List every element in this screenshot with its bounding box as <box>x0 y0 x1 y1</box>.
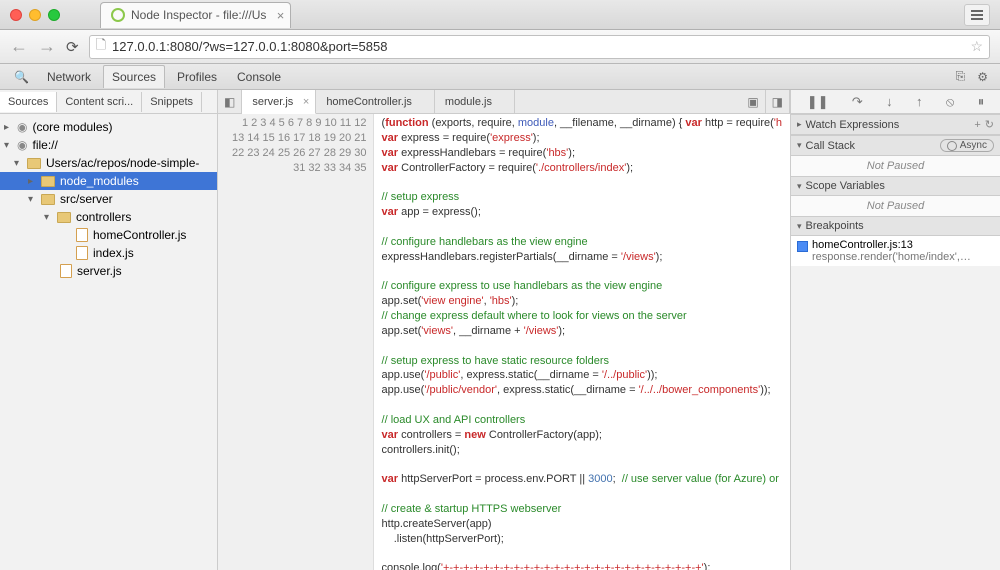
tab-title: Node Inspector - file:///Us <box>131 8 266 22</box>
tree-controllers[interactable]: ▾controllers <box>0 208 217 226</box>
file-icon <box>76 228 88 242</box>
tree-index-js[interactable]: index.js <box>0 244 217 262</box>
pause-icon[interactable]: ❚❚ <box>807 94 829 110</box>
forward-button[interactable]: → <box>38 36 56 57</box>
folder-icon <box>41 194 55 205</box>
back-button[interactable]: ← <box>10 36 28 57</box>
tab-close-icon[interactable]: × <box>277 8 285 23</box>
tree-home-controller[interactable]: homeController.js <box>0 226 217 244</box>
folder-icon <box>41 176 55 187</box>
settings-gear-icon[interactable]: ⚙ <box>973 68 992 86</box>
step-into-icon[interactable]: ↓ <box>886 94 893 109</box>
call-stack-header[interactable]: ▾Call Stack Async <box>791 135 1000 156</box>
breakpoints-header[interactable]: ▾Breakpoints <box>791 216 1000 236</box>
folder-icon <box>27 158 41 169</box>
page-icon: 🗋 <box>96 36 106 58</box>
tab-network[interactable]: Network <box>39 66 99 88</box>
tree-src-server[interactable]: ▾src/server <box>0 190 217 208</box>
pretty-print-icon[interactable]: ▣ <box>741 90 765 113</box>
devtools-toolbar: 🔍 Network Sources Profiles Console ⎘ ⚙ <box>0 64 1000 90</box>
sources-sidebar: Sources Content scri... Snippets ▸(core … <box>0 90 218 570</box>
file-tab-server[interactable]: server.js× <box>242 90 316 114</box>
tree-file[interactable]: ▾file:// <box>0 136 217 154</box>
window-zoom[interactable] <box>48 9 60 21</box>
debug-controls: ❚❚ ↷ ↓ ↑ ⦸ ⏸ <box>791 90 1000 114</box>
code-editor[interactable]: 1 2 3 4 5 6 7 8 9 10 11 12 13 14 15 16 1… <box>218 114 790 570</box>
titlebar: Node Inspector - file:///Us × <box>0 0 1000 30</box>
sidebar-tab-snippets[interactable]: Snippets <box>142 92 202 112</box>
sidebar-tab-content-scripts[interactable]: Content scri... <box>57 92 142 112</box>
scope-variables-body: Not Paused <box>791 196 1000 216</box>
code-content[interactable]: (function (exports, require, module, __f… <box>374 114 790 570</box>
step-out-icon[interactable]: ↑ <box>916 94 923 109</box>
show-navigator-icon[interactable]: ◧ <box>218 90 242 113</box>
window-minimize[interactable] <box>29 9 41 21</box>
file-icon <box>76 246 88 260</box>
file-tab-homecontroller[interactable]: homeController.js <box>316 90 435 113</box>
browser-tab[interactable]: Node Inspector - file:///Us × <box>100 2 291 28</box>
file-tab-module[interactable]: module.js <box>435 90 515 113</box>
breakpoint-code: response.render('home/index',… <box>812 251 971 263</box>
file-icon <box>60 264 72 278</box>
drawer-toggle-icon[interactable]: ⎘ <box>952 67 970 86</box>
tab-console[interactable]: Console <box>229 66 289 88</box>
tree-core-modules[interactable]: ▸(core modules) <box>0 118 217 136</box>
pause-on-exceptions-icon[interactable]: ⏸ <box>978 94 985 110</box>
file-tree: ▸(core modules) ▾file:// ▾Users/ac/repos… <box>0 114 217 570</box>
async-toggle[interactable]: Async <box>940 139 994 152</box>
tab-sources[interactable]: Sources <box>103 65 165 88</box>
window-close[interactable] <box>10 9 22 21</box>
watch-expressions-header[interactable]: ▸Watch Expressions + ↻ <box>791 114 1000 135</box>
breakpoint-item[interactable]: homeController.js:13 response.render('ho… <box>791 236 1000 266</box>
reload-button[interactable]: ⟳ <box>66 38 79 56</box>
scope-variables-header[interactable]: ▾Scope Variables <box>791 176 1000 196</box>
address-bar: ← → ⟳ 🗋 ☆ <box>0 30 1000 64</box>
line-gutter: 1 2 3 4 5 6 7 8 9 10 11 12 13 14 15 16 1… <box>218 114 374 570</box>
refresh-watch-icon[interactable]: ↻ <box>985 118 994 131</box>
tree-server-js[interactable]: server.js <box>0 262 217 280</box>
deactivate-breakpoints-icon[interactable]: ⦸ <box>946 94 954 110</box>
editor-area: ◧ server.js× homeController.js module.js… <box>218 90 790 570</box>
url-field[interactable]: 🗋 ☆ <box>89 35 990 59</box>
folder-icon <box>57 212 71 223</box>
tree-node-modules[interactable]: ▸node_modules <box>0 172 217 190</box>
favicon-icon <box>111 8 125 22</box>
breakpoint-location: homeController.js:13 <box>812 239 971 251</box>
bookmark-icon[interactable]: ☆ <box>970 38 983 55</box>
call-stack-body: Not Paused <box>791 156 1000 176</box>
search-icon[interactable]: 🔍 <box>8 68 35 86</box>
breakpoint-checkbox[interactable] <box>797 241 808 252</box>
browser-menu-button[interactable] <box>964 4 990 26</box>
tree-path[interactable]: ▾Users/ac/repos/node-simple- <box>0 154 217 172</box>
step-over-icon[interactable]: ↷ <box>852 94 863 110</box>
debug-panel: ❚❚ ↷ ↓ ↑ ⦸ ⏸ ▸Watch Expressions + ↻ ▾Cal… <box>790 90 1000 570</box>
sidebar-tab-sources[interactable]: Sources <box>0 92 57 112</box>
close-icon[interactable]: × <box>303 96 309 108</box>
file-tabs: ◧ server.js× homeController.js module.js… <box>218 90 790 114</box>
add-watch-icon[interactable]: + <box>974 119 980 131</box>
url-input[interactable] <box>112 39 964 54</box>
tab-profiles[interactable]: Profiles <box>169 66 225 88</box>
hide-debugger-icon[interactable]: ◨ <box>766 90 790 113</box>
hamburger-icon <box>971 10 983 20</box>
